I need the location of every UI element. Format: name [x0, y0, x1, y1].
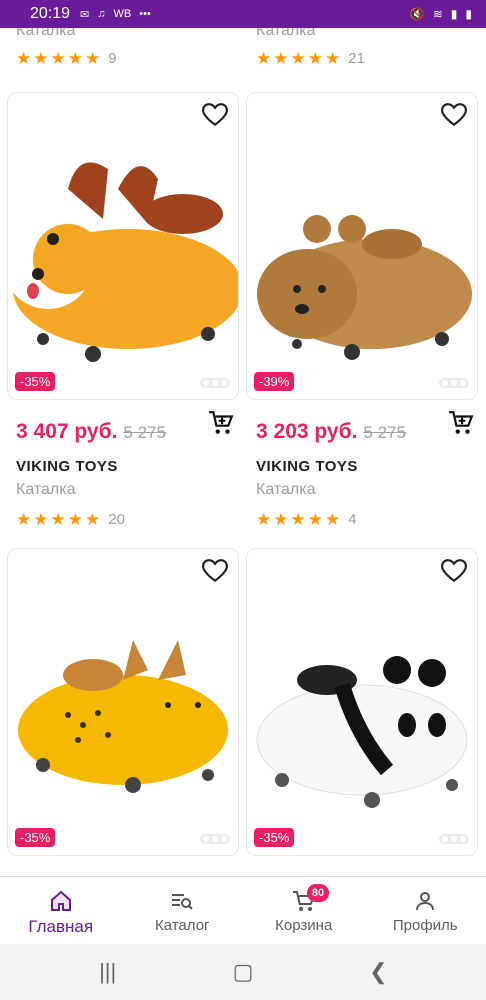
tab-label: Главная: [28, 917, 94, 936]
add-to-cart-icon[interactable]: [208, 410, 234, 436]
status-time: 20:19: [30, 5, 71, 22]
brand-name: VIKING TOYS: [16, 458, 118, 475]
old-price: 5 275: [123, 423, 166, 442]
product-info-dog[interactable]: 3 407 руб. 5 275 VIKING TOYS Каталка ★ ★ ★…: [16, 411, 246, 529]
product-category: Каталка: [16, 28, 76, 39]
tab-label: Каталог: [154, 917, 210, 934]
catalog-search-icon: [172, 894, 193, 910]
old-price: 5 275: [363, 423, 406, 442]
tab-catalog[interactable]: Каталог: [122, 877, 244, 944]
rating-stars: ★ ★ ★ ★ ★ 21: [256, 49, 365, 68]
system-nav-bar: ||| ▢ ❮: [0, 944, 486, 1000]
favorite-heart-icon[interactable]: [441, 103, 467, 127]
rating-stars: ★ ★ ★ ★ ★ 4: [256, 510, 357, 529]
recent-apps-icon[interactable]: |||: [88, 959, 128, 985]
product-image-cheetah[interactable]: [8, 585, 239, 825]
back-icon[interactable]: ❮: [358, 959, 398, 985]
tiktok-icon: ♫: [97, 8, 106, 20]
bottom-tab-bar: Главная Каталог 80 Корзина Профиль: [0, 876, 486, 944]
cart-count-badge: 80: [307, 884, 329, 902]
image-pager-dots: [200, 378, 230, 388]
discount-badge: -35%: [254, 828, 295, 847]
mute-icon: 🔇: [409, 7, 425, 21]
product-image-dog[interactable]: [8, 129, 239, 369]
product-category: Каталка: [256, 481, 316, 498]
product-image-panda[interactable]: [247, 585, 478, 825]
product-image-bear[interactable]: [247, 129, 478, 369]
favorite-heart-icon[interactable]: [441, 559, 467, 583]
price: 3 407 руб.: [16, 420, 118, 443]
product-info-bear[interactable]: 3 203 руб. 5 275 VIKING TOYS Каталка ★ ★ ★…: [256, 411, 486, 529]
tab-profile[interactable]: Профиль: [365, 877, 486, 944]
tab-label: Профиль: [392, 917, 458, 934]
product-card-cheetah[interactable]: -35%: [7, 548, 239, 856]
signal-icon: ▮: [450, 7, 458, 21]
product-card-panda[interactable]: -35%: [246, 548, 478, 856]
brand-name: VIKING TOYS: [256, 458, 358, 475]
discount-badge: -39%: [254, 372, 295, 391]
product-category: Каталка: [256, 28, 316, 39]
add-to-cart-icon[interactable]: [448, 410, 474, 436]
tab-label: Корзина: [275, 917, 333, 934]
discount-badge: -35%: [15, 372, 56, 391]
wifi-icon: ≋: [432, 7, 443, 21]
image-pager-dots: [200, 834, 230, 844]
rating-count: 21: [348, 50, 365, 67]
product-feed[interactable]: Каталка ★★★★★ 9 Каталка ★★★★★ 21: [0, 28, 486, 876]
product-category: Каталка: [16, 481, 76, 498]
product-card-bear[interactable]: -39%: [246, 92, 478, 400]
discount-badge: -35%: [15, 828, 56, 847]
product-card-dog[interactable]: -35%: [7, 92, 239, 400]
profile-icon: [416, 892, 435, 911]
home-icon: [50, 890, 71, 911]
product-meta-top-right: Каталка ★ ★ ★ ★ ★ 21: [256, 28, 486, 78]
message-icon: ✉: [80, 8, 90, 21]
rating-count: 4: [348, 511, 357, 528]
favorite-heart-icon[interactable]: [202, 559, 228, 583]
product-meta-top-left: Каталка ★ ★ ★ ★ ★ 9: [16, 28, 246, 78]
status-bar: 20:19 ✉ ♫ WB ••• 🔇 ≋ ▮ ▮: [0, 0, 486, 28]
rating-stars: ★ ★ ★ ★ ★ 20: [16, 510, 125, 529]
rating-count: 9: [108, 50, 117, 67]
home-button-icon[interactable]: ▢: [223, 959, 263, 985]
rating-count: 20: [108, 511, 125, 528]
more-dots-icon: •••: [139, 8, 151, 20]
tab-cart[interactable]: 80 Корзина: [243, 877, 365, 944]
image-pager-dots: [439, 834, 469, 844]
notification-label: WB: [113, 8, 132, 20]
battery-icon: ▮: [465, 7, 472, 21]
tab-home[interactable]: Главная: [0, 877, 122, 944]
image-pager-dots: [439, 378, 469, 388]
price: 3 203 руб.: [256, 420, 358, 443]
favorite-heart-icon[interactable]: [202, 103, 228, 127]
rating-stars: ★ ★ ★ ★ ★ 9: [16, 49, 117, 68]
